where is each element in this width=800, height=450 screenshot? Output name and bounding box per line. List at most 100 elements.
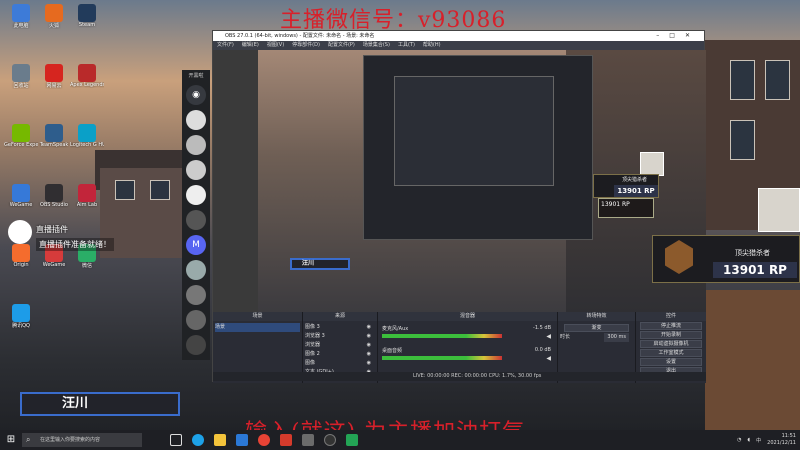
- control-button[interactable]: 工作室模式: [640, 349, 702, 357]
- obs-taskbar-icon[interactable]: [324, 434, 336, 446]
- source-item[interactable]: 浏览器 ◉: [305, 341, 375, 350]
- obs-menu-item[interactable]: 文件(F): [217, 41, 234, 50]
- app-icon[interactable]: [346, 434, 358, 446]
- store-icon[interactable]: [236, 434, 248, 446]
- obs-menu-item[interactable]: 场景集合(S): [363, 41, 390, 50]
- firefox-icon: [45, 4, 63, 22]
- source-item[interactable]: 图像 3 ◉: [305, 323, 375, 332]
- duration-row: 时长 300 ms: [560, 333, 633, 342]
- desktop-shortcut[interactable]: 腾讯QQ: [4, 304, 38, 329]
- mixer-channel-db: -1.5 dB: [533, 325, 551, 331]
- desktop-shortcut[interactable]: WeGame: [4, 184, 38, 208]
- obs-menu-item[interactable]: 停靠部件(D): [292, 41, 320, 50]
- obs-menu-item[interactable]: 工具(T): [398, 41, 415, 50]
- server-icon[interactable]: [186, 110, 206, 130]
- app-icon[interactable]: [302, 434, 314, 446]
- plugin-icon: [8, 220, 32, 244]
- window-controls[interactable]: –□✕: [656, 31, 700, 41]
- mixer-channel-name: 麦克风/Aux: [382, 326, 409, 332]
- eye-icon[interactable]: ◉: [367, 359, 371, 368]
- desktop-shortcut[interactable]: 此电脑: [4, 4, 38, 29]
- source-item[interactable]: 浏览器 3 ◉: [305, 332, 375, 341]
- server-icon[interactable]: [186, 210, 206, 230]
- desktop-shortcut[interactable]: Apex Legends: [70, 64, 104, 88]
- volume-meter[interactable]: [382, 356, 502, 360]
- desktop-shortcut-label: Steam: [78, 22, 96, 28]
- volume-meter[interactable]: [382, 334, 502, 338]
- eye-icon[interactable]: ◉: [367, 323, 371, 332]
- desktop-shortcut[interactable]: Logitech G HUB: [70, 124, 104, 148]
- file-explorer-icon[interactable]: [214, 434, 226, 446]
- desktop-shortcut[interactable]: TeamSpeak: [37, 124, 71, 148]
- server-icon[interactable]: [186, 310, 206, 330]
- rank-rp: 13901 RP: [713, 262, 797, 278]
- qq-icon: [12, 304, 30, 322]
- desktop-shortcut[interactable]: Steam: [70, 4, 104, 28]
- desktop-shortcut[interactable]: OBS Studio: [37, 184, 71, 208]
- control-button[interactable]: 停止推流: [640, 322, 702, 330]
- desktop-shortcut[interactable]: Aim Lab: [70, 184, 104, 208]
- steam-icon: [78, 4, 96, 22]
- speaker-icon[interactable]: ◀: [546, 333, 551, 340]
- transition-select[interactable]: 渐变: [564, 324, 629, 332]
- voice-chat-title: 开黑啦: [188, 73, 204, 79]
- app-icon[interactable]: [280, 434, 292, 446]
- volume-icon[interactable]: ◖: [748, 437, 751, 443]
- preview-nested-obs-2: [394, 76, 554, 186]
- rank-overlay-small: 顶尖猎杀者 13901 RP: [593, 174, 659, 198]
- computer-icon: [12, 4, 30, 22]
- server-icon[interactable]: [186, 285, 206, 305]
- clock[interactable]: 11:51 2021/12/11: [767, 433, 796, 447]
- wegame-icon: [12, 184, 30, 202]
- geforce-icon: [12, 124, 30, 142]
- obs-menu-bar: 文件(F) 编辑(E) 视图(V) 停靠部件(D) 配置文件(P) 场景集合(S) 工具(T…: [213, 41, 704, 50]
- desktop-shortcut[interactable]: 火狐: [37, 4, 71, 29]
- server-icon[interactable]: [186, 260, 206, 280]
- control-button[interactable]: 启动虚拟摄像机: [640, 340, 702, 348]
- obs-menu-item[interactable]: 视图(V): [267, 41, 284, 50]
- eye-icon[interactable]: ◉: [367, 341, 371, 350]
- duration-field[interactable]: 300 ms: [604, 333, 629, 342]
- server-icon[interactable]: [186, 335, 206, 355]
- source-item[interactable]: 图像 ◉: [305, 359, 375, 368]
- home-icon[interactable]: ◉: [186, 85, 206, 105]
- chrome-icon[interactable]: [258, 434, 270, 446]
- server-icon[interactable]: [186, 160, 206, 180]
- server-icon[interactable]: M: [186, 235, 206, 255]
- source-item[interactable]: 图像 2 ◉: [305, 350, 375, 359]
- obs-menu-item[interactable]: 配置文件(P): [328, 41, 355, 50]
- control-button[interactable]: 设置: [640, 358, 702, 366]
- desktop-shortcut[interactable]: 网易云: [37, 64, 71, 89]
- desktop-shortcut[interactable]: GeForce Experience: [4, 124, 38, 148]
- streamer-nameplate: 汪川: [20, 392, 180, 416]
- taskbar-search[interactable]: ⌕ 在这里输入你要搜索的内容: [22, 433, 142, 447]
- obs-menu-item[interactable]: 编辑(E): [242, 41, 259, 50]
- network-icon[interactable]: ◔: [737, 437, 741, 443]
- scene-item[interactable]: 场景: [215, 323, 300, 332]
- plugin-notification: 直播插件 直播插件准备就绪！: [8, 220, 148, 260]
- eye-icon[interactable]: ◉: [367, 350, 371, 359]
- eye-icon[interactable]: ◉: [367, 332, 371, 341]
- desktop-shortcut[interactable]: 回收站: [4, 64, 38, 89]
- desktop-shortcut-label: WeGame: [42, 262, 66, 268]
- obs-menu-item[interactable]: 帮助(H): [423, 41, 441, 50]
- ime-indicator[interactable]: 中: [756, 437, 761, 444]
- controls-header: 控件: [636, 312, 706, 321]
- obs-window[interactable]: OBS 27.0.1 (64-bit, windows) - 配置文件: 未命名…: [212, 30, 706, 383]
- obs-titlebar[interactable]: OBS 27.0.1 (64-bit, windows) - 配置文件: 未命名…: [213, 31, 704, 41]
- aimlab-icon: [78, 184, 96, 202]
- windows-start-icon[interactable]: ⊞: [0, 430, 22, 450]
- task-view-icon[interactable]: [170, 434, 182, 446]
- cat-image: [640, 152, 664, 176]
- server-icon[interactable]: [186, 135, 206, 155]
- rank-badge-icon: [665, 240, 693, 274]
- desktop-shortcut-label: Aim Lab: [76, 202, 98, 208]
- system-tray: ◔ ◖ 中 11:51 2021/12/11: [737, 430, 796, 450]
- control-button[interactable]: 开始录制: [640, 331, 702, 339]
- edge-icon[interactable]: [192, 434, 204, 446]
- server-icon[interactable]: [186, 185, 206, 205]
- desktop-shortcut-label: Logitech G HUB: [70, 142, 104, 148]
- desktop-icons: 此电脑 火狐 Steam 回收站 网易云 Apex Legends GeForce Expe…: [0, 0, 130, 430]
- speaker-icon[interactable]: ◀: [546, 355, 551, 362]
- mixer-channel-name: 桌面音频: [382, 348, 403, 354]
